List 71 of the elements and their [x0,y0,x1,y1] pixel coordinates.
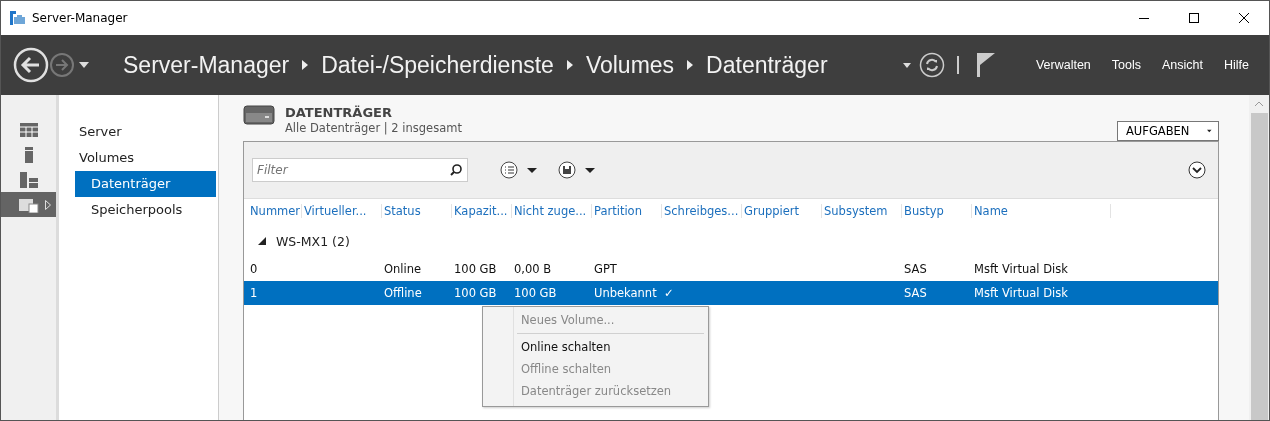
chevron-icon [302,60,309,70]
save-options-icon[interactable] [558,161,596,179]
breadcrumb-item[interactable]: Datenträger [706,51,828,79]
table-cell: ✓ [664,286,674,300]
flag-icon[interactable] [976,53,995,77]
panel-subtitle: Alle Datenträger | 2 insgesamt [285,121,462,135]
chevron-icon [687,60,694,70]
table-cell: GPT [594,262,617,276]
breadcrumb-item[interactable]: Server-Manager [123,51,290,79]
maximize-icon[interactable] [1189,13,1199,23]
sidebar-item[interactable]: Volumes [75,145,216,171]
folder-icon [18,196,39,213]
column-header[interactable]: Virtueller... [302,204,382,218]
column-header[interactable]: Gruppiert [742,204,822,218]
expand-icon[interactable] [1188,161,1206,179]
table-cell: 1 [250,286,258,300]
table-cell: Msft Virtual Disk [974,262,1068,276]
expand-arrow-icon [45,199,51,210]
app-icon [10,11,26,25]
table-cell: 100 GB [514,286,557,300]
table-row[interactable]: 1 Offline 100 GB 100 GB Unbekannt ✓ SAS Msft Virtual Disk [244,281,1218,305]
column-header[interactable]: Subsystem [822,204,902,218]
refresh-icon[interactable] [918,52,945,78]
table-cell: 0 [250,262,258,276]
sidebar-item[interactable]: Datenträger [75,171,216,197]
column-header[interactable]: Schreibges... [662,204,742,218]
tasks-button[interactable]: AUFGABEN [1117,121,1219,141]
collapse-icon[interactable] [258,237,266,245]
back-icon[interactable] [13,47,49,83]
caret-icon[interactable] [902,62,911,68]
sidebar-item[interactable]: Server [75,119,216,145]
caret-icon [1207,128,1212,134]
table-cell: Msft Virtual Disk [974,286,1068,300]
menu-item[interactable]: Ansicht [1162,58,1203,72]
servers-icon [19,171,38,188]
column-header[interactable]: Status [382,204,452,218]
table-row[interactable]: 0 Online 100 GB 0,00 B GPT SAS Msft Virtual Disk [244,257,1218,281]
table-cell: 100 GB [454,286,497,300]
column-header[interactable]: Nicht zuge... [512,204,592,218]
window-title: Server-Manager [32,11,128,25]
column-header[interactable]: Name [972,204,1111,218]
scrollbar[interactable] [1249,95,1269,420]
search-icon[interactable] [450,164,462,176]
nav-tab[interactable] [1,192,56,217]
table-cell: 100 GB [454,262,497,276]
sidebar-item[interactable]: Speicherpools [75,197,216,223]
menu-item[interactable]: Hilfe [1224,58,1249,72]
column-header[interactable]: Partition [592,204,662,218]
server-icon [24,146,33,163]
menu-item[interactable]: Verwalten [1035,58,1091,72]
table-cell: SAS [904,262,927,276]
grid-icon [19,122,38,137]
table-cell: Offline [384,286,422,300]
table-cell: SAS [904,286,927,300]
table-cell: 0,00 B [514,262,552,276]
close-icon[interactable] [1239,13,1249,23]
filter-field[interactable]: Filter [252,158,468,182]
column-header[interactable]: Kapazit... [452,204,512,218]
caret-icon[interactable] [79,62,89,68]
column-header[interactable]: Nummer [248,204,302,218]
table-cell: Online [384,262,422,276]
group-label: WS-MX1 (2) [276,233,350,249]
menu-item[interactable]: Tools [1111,58,1141,72]
chevron-icon [566,60,573,70]
menu-item[interactable]: Online schalten [483,336,708,358]
panel-title: DATENTRÄGER [285,105,393,120]
breadcrumb-item[interactable]: Volumes [585,51,675,79]
column-header[interactable]: Bustyp [902,204,972,218]
breadcrumb-item[interactable]: Datei-/Speicherdienste [321,51,554,79]
table-cell: Unbekannt [594,286,657,300]
list-options-icon[interactable] [500,161,538,179]
